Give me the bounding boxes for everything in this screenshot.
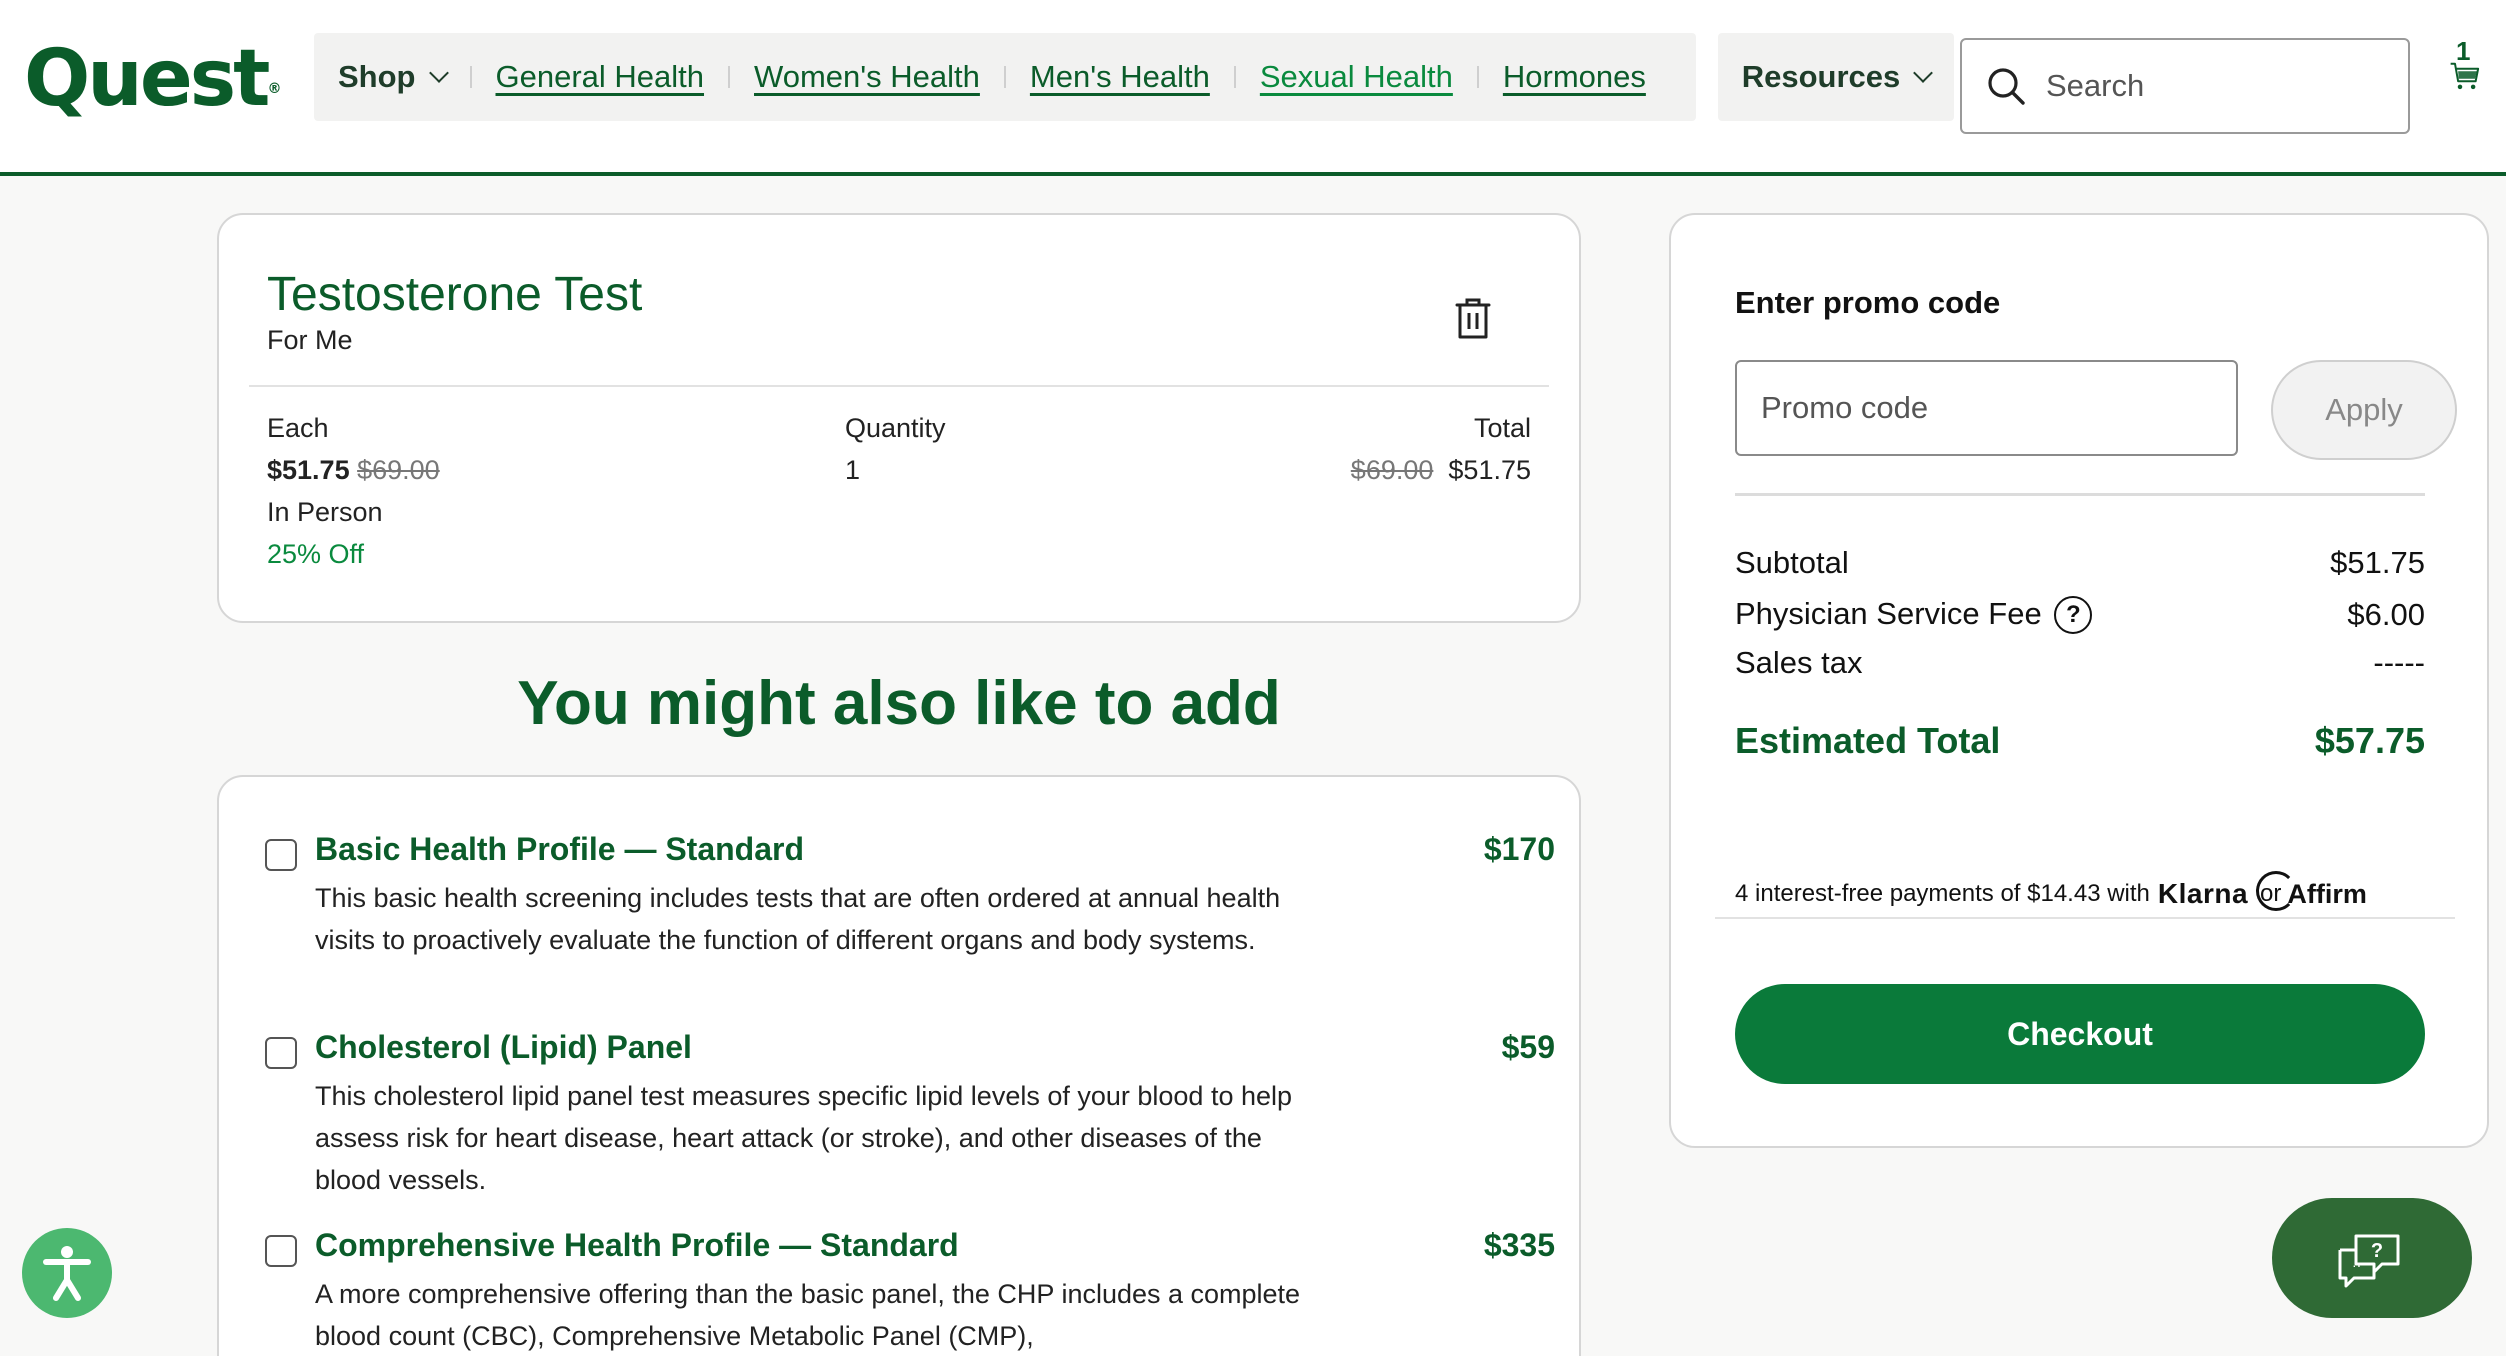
recommendation-name[interactable]: Comprehensive Health Profile — Standard <box>315 1227 959 1264</box>
test-mode: In Person <box>267 497 383 527</box>
each-price-group: $51.75 $69.00 <box>267 455 440 486</box>
each-price: $51.75 <box>267 455 350 485</box>
nav-separator <box>1233 66 1236 88</box>
chevron-down-icon <box>1913 63 1934 83</box>
cart-item-card: Testosterone Test For Me Each $51.75 $69… <box>217 213 1581 623</box>
sales-tax-row: Sales tax ----- <box>1735 645 2425 681</box>
recommendation-price: $59 <box>1501 1029 1555 1065</box>
subtotal-label: Subtotal <box>1735 545 1849 580</box>
apply-button[interactable]: Apply <box>2271 360 2457 460</box>
nav-resources[interactable]: Resources <box>1718 33 1954 121</box>
fee-value: $6.00 <box>2347 597 2425 632</box>
search-icon <box>1988 68 2025 105</box>
quest-logo[interactable]: Quest® <box>24 34 281 124</box>
discount-label: 25% Off <box>267 539 365 569</box>
recommendation-price: $335 <box>1483 1227 1555 1263</box>
subtotal-row: Subtotal $51.75 <box>1735 545 2425 581</box>
recommendation-description: This basic health screening includes tes… <box>315 883 1281 955</box>
cart-item-title[interactable]: Testosterone Test <box>267 267 642 322</box>
search-box[interactable] <box>1960 38 2410 134</box>
fee-row: Physician Service Fee ? $6.00 <box>1735 593 2425 637</box>
fee-label-group: Physician Service Fee ? <box>1735 595 2093 635</box>
order-summary-card: Enter promo code Apply Subtotal $51.75 P… <box>1669 213 2489 1148</box>
chat-icon: ? ·· <box>2338 1234 2400 1288</box>
affirm-logo[interactable]: or Affirm <box>2256 870 2367 911</box>
search-input[interactable] <box>2046 68 2386 104</box>
subtotal-value: $51.75 <box>2330 545 2425 580</box>
total-original-price: $69.00 <box>1350 455 1434 485</box>
recommendation-name[interactable]: Basic Health Profile — Standard <box>315 831 804 868</box>
cart-item-recipient: For Me <box>267 325 353 355</box>
fee-label: Physician Service Fee <box>1735 595 2042 631</box>
main-nav: Shop General Health Women's Health Men's… <box>314 33 1696 121</box>
installment-text: 4 interest-free payments of $14.43 with <box>1735 880 2150 907</box>
divider <box>249 385 1549 387</box>
total-price-group: $69.00 $51.75 <box>1351 455 1531 486</box>
trash-icon[interactable] <box>1453 297 1493 341</box>
sales-tax-label: Sales tax <box>1735 645 1863 680</box>
nav-separator <box>728 66 731 88</box>
installment-note: 4 interest-free payments of $14.43 with … <box>1735 870 2367 911</box>
promo-code-input[interactable] <box>1735 360 2238 456</box>
nav-hormones[interactable]: Hormones <box>1503 59 1646 95</box>
sales-tax-value: ----- <box>2373 645 2425 680</box>
add-checkbox[interactable] <box>265 839 297 871</box>
add-checkbox[interactable] <box>265 1037 297 1069</box>
chevron-down-icon <box>428 63 449 83</box>
recommendations-card: Basic Health Profile — Standard $170 Thi… <box>217 775 1581 1356</box>
recommendation-price: $170 <box>1483 831 1555 867</box>
divider <box>1715 917 2455 919</box>
accessibility-icon <box>43 1246 91 1301</box>
total-price: $51.75 <box>1448 455 1531 485</box>
nav-separator <box>1003 66 1006 88</box>
klarna-logo[interactable]: Klarna <box>2158 878 2248 910</box>
chat-button[interactable]: ? ·· <box>2272 1198 2472 1318</box>
help-icon[interactable]: ? <box>2054 596 2093 635</box>
nav-mens-health[interactable]: Men's Health <box>1030 59 1210 95</box>
promo-code-label: Enter promo code <box>1735 285 2001 320</box>
checkout-button[interactable]: Checkout <box>1735 984 2425 1084</box>
site-header: Quest® Shop General Health Women's Healt… <box>0 0 2506 176</box>
total-label: Total <box>1473 413 1531 443</box>
estimated-total-row: Estimated Total $57.75 <box>1735 720 2425 762</box>
nav-separator <box>1476 66 1479 88</box>
quantity-label: Quantity <box>845 413 946 443</box>
affirm-text: Affirm <box>2287 878 2367 909</box>
each-original-price: $69.00 <box>357 455 440 485</box>
quantity-value: 1 <box>845 455 861 485</box>
add-checkbox[interactable] <box>265 1235 297 1267</box>
recommendation-description: This cholesterol lipid panel test measur… <box>315 1081 1293 1195</box>
svg-text:··: ·· <box>2352 1257 2361 1273</box>
nav-separator <box>469 66 472 88</box>
estimated-total-label: Estimated Total <box>1735 720 2001 761</box>
estimated-total-value: $57.75 <box>2314 720 2425 761</box>
divider <box>1735 493 2425 496</box>
recommendations-heading: You might also like to add <box>517 669 1281 738</box>
nav-general-health[interactable]: General Health <box>496 59 705 95</box>
nav-shop[interactable]: Shop <box>338 59 449 95</box>
recommendation-description: A more comprehensive offering than the b… <box>315 1279 1301 1351</box>
recommendation-name[interactable]: Cholesterol (Lipid) Panel <box>315 1029 692 1066</box>
each-label: Each <box>267 413 329 443</box>
cart-icon[interactable] <box>2440 60 2490 110</box>
affirm-ring-icon <box>2256 870 2297 911</box>
svg-text:?: ? <box>2371 1240 2383 1262</box>
nav-womens-health[interactable]: Women's Health <box>754 59 980 95</box>
nav-sexual-health[interactable]: Sexual Health <box>1260 59 1453 95</box>
accessibility-button[interactable] <box>22 1228 112 1318</box>
